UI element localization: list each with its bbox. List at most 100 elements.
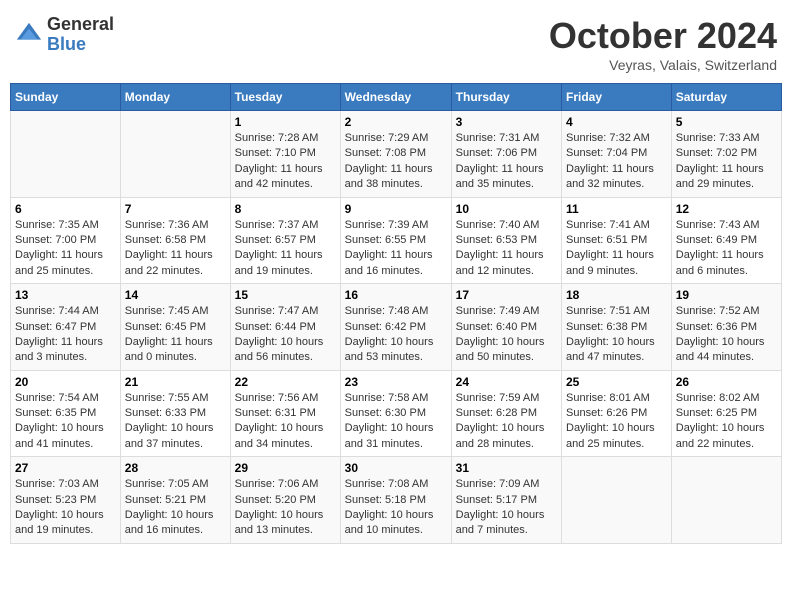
- cell-content: Sunrise: 8:01 AMSunset: 6:26 PMDaylight:…: [566, 391, 667, 453]
- day-number: 3: [456, 115, 557, 129]
- calendar-cell: 26Sunrise: 8:02 AMSunset: 6:25 PMDayligh…: [671, 370, 781, 457]
- cell-content: Sunrise: 7:58 AMSunset: 6:30 PMDaylight:…: [345, 391, 447, 453]
- day-number: 1: [235, 115, 336, 129]
- calendar-cell: 8Sunrise: 7:37 AMSunset: 6:57 PMDaylight…: [230, 197, 340, 284]
- calendar-header-row: SundayMondayTuesdayWednesdayThursdayFrid…: [11, 84, 782, 111]
- day-number: 27: [15, 461, 116, 475]
- calendar-cell: [562, 457, 672, 544]
- cell-content: Sunrise: 7:49 AMSunset: 6:40 PMDaylight:…: [456, 304, 557, 366]
- calendar-week-row: 20 Sunrise: 7:54 AMSunset: 6:35 PMDayligh…: [11, 370, 782, 457]
- month-title: October 2024: [549, 15, 777, 57]
- calendar-cell: 30 Sunrise: 7:08 AMSunset: 5:18 PMDayligh…: [340, 457, 451, 544]
- day-header: Friday: [562, 84, 672, 111]
- cell-content: Sunrise: 7:31 AMSunset: 7:06 PMDaylight:…: [456, 131, 557, 193]
- day-number: 31: [456, 461, 557, 475]
- day-number: 19: [676, 288, 777, 302]
- logo-text: General Blue: [47, 15, 114, 55]
- logo: General Blue: [15, 15, 114, 55]
- calendar-cell: 24 Sunrise: 7:59 AMSunset: 6:28 PMDayligh…: [451, 370, 561, 457]
- logo-icon: [15, 21, 43, 49]
- cell-content: Sunrise: 7:29 AMSunset: 7:08 PMDaylight:…: [345, 131, 447, 193]
- calendar-cell: 16Sunrise: 7:48 AMSunset: 6:42 PMDayligh…: [340, 284, 451, 371]
- calendar-cell: 31Sunrise: 7:09 AMSunset: 5:17 PMDayligh…: [451, 457, 561, 544]
- calendar-cell: 5Sunrise: 7:33 AMSunset: 7:02 PMDaylight…: [671, 111, 781, 198]
- calendar-cell: 29 Sunrise: 7:06 AMSunset: 5:20 PMDayligh…: [230, 457, 340, 544]
- calendar-cell: 14 Sunrise: 7:45 AMSunset: 6:45 PMDayligh…: [120, 284, 230, 371]
- day-number: 4: [566, 115, 667, 129]
- cell-content: Sunrise: 7:45 AMSunset: 6:45 PMDaylight:…: [125, 304, 226, 366]
- calendar-cell: 12 Sunrise: 7:43 AMSunset: 6:49 PMDayligh…: [671, 197, 781, 284]
- calendar-body: 1 Sunrise: 7:28 AMSunset: 7:10 PMDaylight…: [11, 111, 782, 544]
- calendar-cell: 4 Sunrise: 7:32 AMSunset: 7:04 PMDaylight…: [562, 111, 672, 198]
- cell-content: Sunrise: 7:33 AMSunset: 7:02 PMDaylight:…: [676, 131, 777, 193]
- page-header: General Blue October 2024 Veyras, Valais…: [10, 10, 782, 73]
- day-number: 15: [235, 288, 336, 302]
- calendar-cell: 27 Sunrise: 7:03 AMSunset: 5:23 PMDayligh…: [11, 457, 121, 544]
- calendar-week-row: 27 Sunrise: 7:03 AMSunset: 5:23 PMDayligh…: [11, 457, 782, 544]
- calendar-cell: 25 Sunrise: 8:01 AMSunset: 6:26 PMDayligh…: [562, 370, 672, 457]
- cell-content: Sunrise: 7:06 AMSunset: 5:20 PMDaylight:…: [235, 477, 336, 539]
- day-number: 11: [566, 202, 667, 216]
- day-number: 30: [345, 461, 447, 475]
- cell-content: Sunrise: 7:08 AMSunset: 5:18 PMDaylight:…: [345, 477, 447, 539]
- day-header: Thursday: [451, 84, 561, 111]
- day-number: 24: [456, 375, 557, 389]
- cell-content: Sunrise: 7:44 AMSunset: 6:47 PMDaylight:…: [15, 304, 116, 366]
- cell-content: Sunrise: 7:40 AMSunset: 6:53 PMDaylight:…: [456, 218, 557, 280]
- cell-content: Sunrise: 7:39 AMSunset: 6:55 PMDaylight:…: [345, 218, 447, 280]
- calendar-cell: 21 Sunrise: 7:55 AMSunset: 6:33 PMDayligh…: [120, 370, 230, 457]
- day-number: 14: [125, 288, 226, 302]
- day-number: 10: [456, 202, 557, 216]
- calendar-cell: 15 Sunrise: 7:47 AMSunset: 6:44 PMDayligh…: [230, 284, 340, 371]
- calendar-cell: 20 Sunrise: 7:54 AMSunset: 6:35 PMDayligh…: [11, 370, 121, 457]
- calendar-cell: 1 Sunrise: 7:28 AMSunset: 7:10 PMDaylight…: [230, 111, 340, 198]
- day-header: Wednesday: [340, 84, 451, 111]
- day-number: 29: [235, 461, 336, 475]
- day-number: 18: [566, 288, 667, 302]
- cell-content: Sunrise: 7:51 AMSunset: 6:38 PMDaylight:…: [566, 304, 667, 366]
- cell-content: Sunrise: 7:41 AMSunset: 6:51 PMDaylight:…: [566, 218, 667, 280]
- calendar-cell: 2Sunrise: 7:29 AMSunset: 7:08 PMDaylight…: [340, 111, 451, 198]
- calendar-cell: 23Sunrise: 7:58 AMSunset: 6:30 PMDayligh…: [340, 370, 451, 457]
- calendar-cell: 9 Sunrise: 7:39 AMSunset: 6:55 PMDaylight…: [340, 197, 451, 284]
- calendar-week-row: 6 Sunrise: 7:35 AMSunset: 7:00 PMDaylight…: [11, 197, 782, 284]
- calendar-cell: 11 Sunrise: 7:41 AMSunset: 6:51 PMDayligh…: [562, 197, 672, 284]
- cell-content: Sunrise: 7:59 AMSunset: 6:28 PMDaylight:…: [456, 391, 557, 453]
- calendar-cell: 10 Sunrise: 7:40 AMSunset: 6:53 PMDayligh…: [451, 197, 561, 284]
- cell-content: Sunrise: 7:56 AMSunset: 6:31 PMDaylight:…: [235, 391, 336, 453]
- day-number: 6: [15, 202, 116, 216]
- cell-content: Sunrise: 7:47 AMSunset: 6:44 PMDaylight:…: [235, 304, 336, 366]
- calendar-cell: 22Sunrise: 7:56 AMSunset: 6:31 PMDayligh…: [230, 370, 340, 457]
- cell-content: Sunrise: 7:32 AMSunset: 7:04 PMDaylight:…: [566, 131, 667, 193]
- day-header: Monday: [120, 84, 230, 111]
- cell-content: Sunrise: 7:35 AMSunset: 7:00 PMDaylight:…: [15, 218, 116, 280]
- day-number: 20: [15, 375, 116, 389]
- day-number: 28: [125, 461, 226, 475]
- day-number: 16: [345, 288, 447, 302]
- calendar-cell: 6 Sunrise: 7:35 AMSunset: 7:00 PMDaylight…: [11, 197, 121, 284]
- calendar-cell: [120, 111, 230, 198]
- cell-content: Sunrise: 8:02 AMSunset: 6:25 PMDaylight:…: [676, 391, 777, 453]
- day-number: 9: [345, 202, 447, 216]
- calendar-table: SundayMondayTuesdayWednesdayThursdayFrid…: [10, 83, 782, 544]
- cell-content: Sunrise: 7:03 AMSunset: 5:23 PMDaylight:…: [15, 477, 116, 539]
- day-number: 21: [125, 375, 226, 389]
- calendar-cell: 17 Sunrise: 7:49 AMSunset: 6:40 PMDayligh…: [451, 284, 561, 371]
- day-header: Sunday: [11, 84, 121, 111]
- cell-content: Sunrise: 7:28 AMSunset: 7:10 PMDaylight:…: [235, 131, 336, 193]
- calendar-cell: [11, 111, 121, 198]
- title-block: October 2024 Veyras, Valais, Switzerland: [549, 15, 777, 73]
- day-header: Saturday: [671, 84, 781, 111]
- cell-content: Sunrise: 7:54 AMSunset: 6:35 PMDaylight:…: [15, 391, 116, 453]
- day-number: 7: [125, 202, 226, 216]
- day-number: 25: [566, 375, 667, 389]
- calendar-week-row: 13Sunrise: 7:44 AMSunset: 6:47 PMDayligh…: [11, 284, 782, 371]
- cell-content: Sunrise: 7:52 AMSunset: 6:36 PMDaylight:…: [676, 304, 777, 366]
- calendar-cell: 18 Sunrise: 7:51 AMSunset: 6:38 PMDayligh…: [562, 284, 672, 371]
- cell-content: Sunrise: 7:55 AMSunset: 6:33 PMDaylight:…: [125, 391, 226, 453]
- calendar-cell: 28Sunrise: 7:05 AMSunset: 5:21 PMDayligh…: [120, 457, 230, 544]
- day-number: 12: [676, 202, 777, 216]
- day-number: 17: [456, 288, 557, 302]
- cell-content: Sunrise: 7:43 AMSunset: 6:49 PMDaylight:…: [676, 218, 777, 280]
- cell-content: Sunrise: 7:36 AMSunset: 6:58 PMDaylight:…: [125, 218, 226, 280]
